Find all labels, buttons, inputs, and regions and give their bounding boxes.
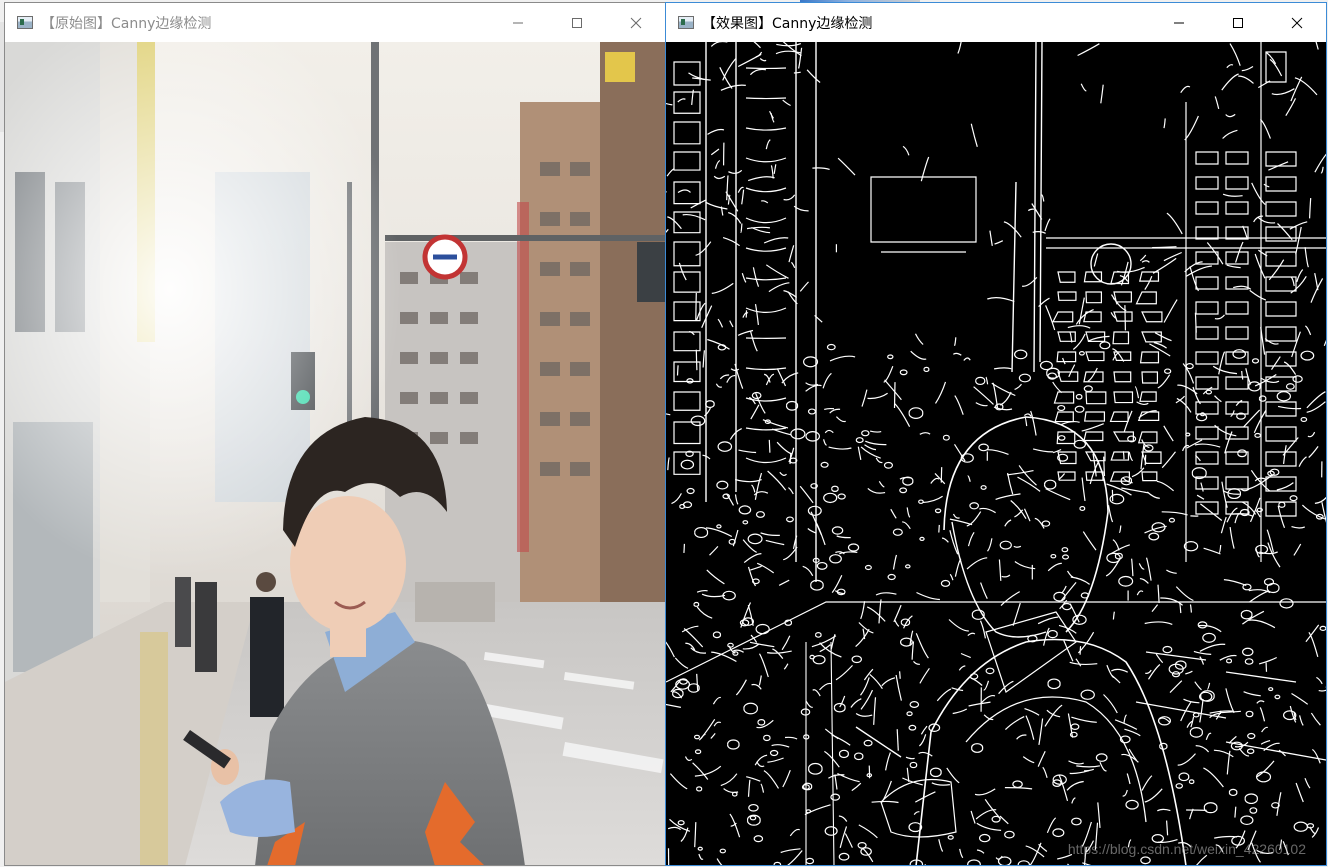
window-titlebar[interactable]: 【原始图】Canny边缘检测 (5, 3, 665, 42)
close-button[interactable] (606, 3, 665, 42)
maximize-icon (571, 17, 582, 28)
original-image-window[interactable]: 【原始图】Canny边缘检测 (4, 2, 666, 866)
edge-line (1124, 305, 1126, 331)
edge-line (1103, 456, 1106, 477)
edge-line (768, 439, 771, 453)
minimize-icon (1173, 22, 1184, 23)
close-button[interactable] (1267, 3, 1326, 42)
edge-line (893, 382, 896, 409)
close-icon (630, 17, 641, 28)
maximize-icon (1232, 17, 1243, 28)
edge-line (1144, 454, 1147, 466)
window-controls (1149, 3, 1326, 42)
edge-line (938, 524, 940, 533)
edge-map (666, 42, 1326, 865)
window-title: 【效果图】Canny边缘检测 (702, 15, 873, 32)
window-controls (488, 3, 665, 42)
watermark-text: https://blog.csdn.net/weixin_42260102 (1067, 841, 1306, 857)
maximize-button[interactable] (547, 3, 606, 42)
edge-line (695, 292, 697, 321)
original-photo (5, 42, 665, 865)
minimize-button[interactable] (1149, 3, 1208, 42)
edge-line (676, 365, 679, 376)
edge-line (1079, 645, 1082, 655)
canny-edge-image: https://blog.csdn.net/weixin_42260102 (666, 42, 1326, 865)
minimize-icon (512, 22, 523, 23)
edge-line (899, 671, 901, 679)
original-image (5, 42, 665, 865)
minimize-button[interactable] (488, 3, 547, 42)
canny-result-window[interactable]: 【效果图】Canny边缘检测 https://blog.csdn.net/wei… (665, 2, 1327, 866)
maximize-button[interactable] (1208, 3, 1267, 42)
close-icon (1291, 17, 1302, 28)
app-image-icon (678, 16, 694, 29)
window-titlebar[interactable]: 【效果图】Canny边缘检测 (666, 3, 1326, 42)
window-title: 【原始图】Canny边缘检测 (41, 15, 212, 32)
edge-line (683, 543, 685, 553)
edge-line (695, 349, 698, 371)
edge-line (793, 71, 801, 74)
edge-line (1194, 312, 1197, 333)
app-image-icon (17, 16, 33, 29)
